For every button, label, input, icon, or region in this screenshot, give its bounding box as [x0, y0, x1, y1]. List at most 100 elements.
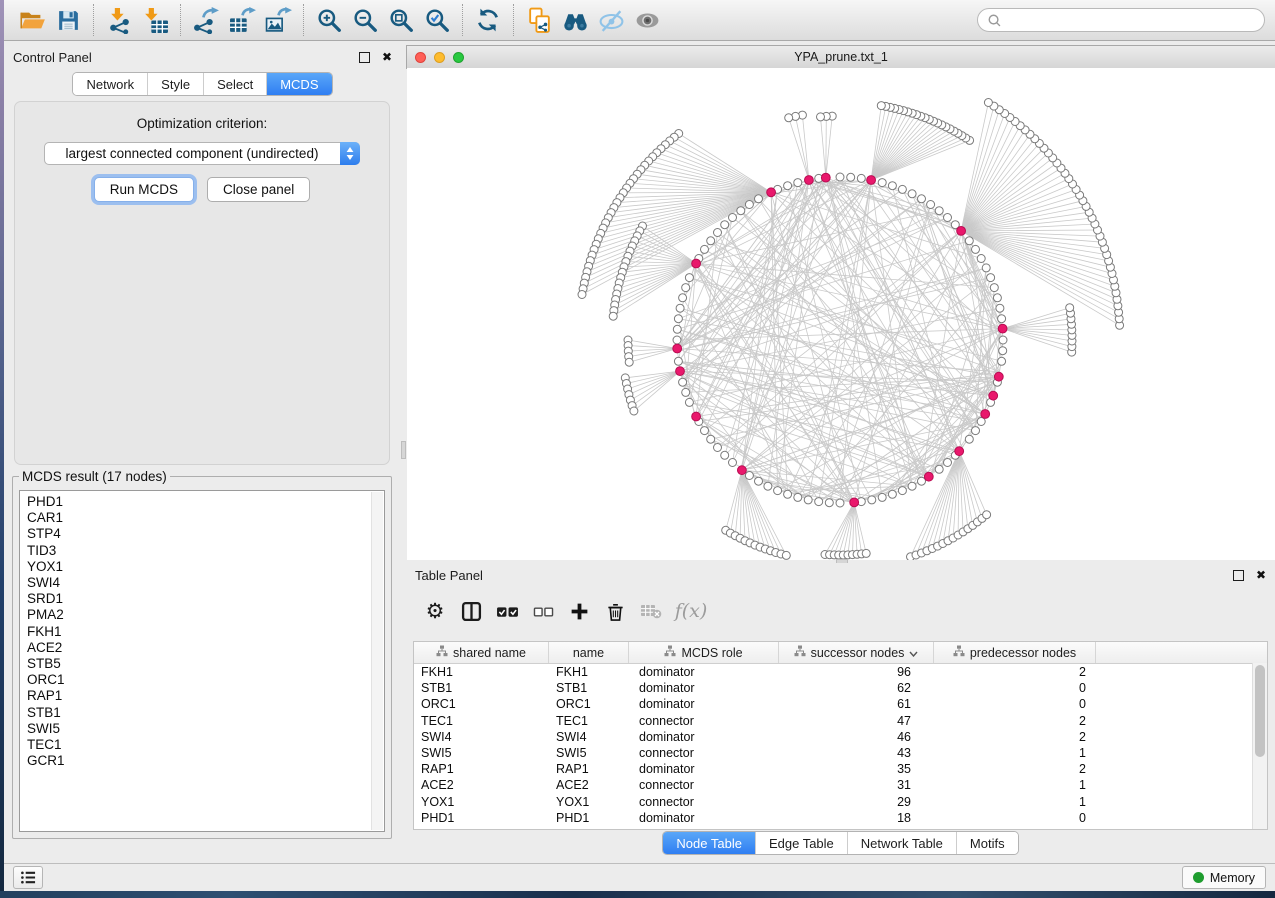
list-item[interactable]: PMA2 — [27, 607, 384, 623]
mcds-result-list[interactable]: PHD1CAR1STP4TID3YOX1SWI4SRD1PMA2FKH1ACE2… — [19, 490, 385, 832]
zoom-fit-button[interactable] — [383, 3, 419, 37]
export-table-button[interactable] — [224, 3, 260, 37]
import-network-button[interactable] — [101, 3, 137, 37]
list-item[interactable]: SRD1 — [27, 591, 384, 607]
zoom-out-button[interactable] — [347, 3, 383, 37]
float-panel-icon[interactable] — [359, 52, 370, 63]
cell-predecessor-nodes[interactable]: 1 — [934, 745, 1096, 761]
cell-MCDS-role[interactable]: dominator — [629, 761, 779, 777]
cell-predecessor-nodes[interactable]: 2 — [934, 664, 1096, 680]
run-mcds-button[interactable]: Run MCDS — [94, 177, 194, 202]
cell-successor-nodes[interactable]: 31 — [779, 777, 934, 793]
table-row[interactable]: PHD1PHD1dominator180 — [414, 810, 1267, 826]
cell-name[interactable]: SWI4 — [549, 729, 629, 745]
cell-predecessor-nodes[interactable]: 1 — [934, 777, 1096, 793]
tab-edge-table[interactable]: Edge Table — [756, 832, 848, 854]
cell-predecessor-nodes[interactable]: 0 — [934, 680, 1096, 696]
zoom-in-button[interactable] — [311, 3, 347, 37]
cell-MCDS-role[interactable]: dominator — [629, 729, 779, 745]
cell-successor-nodes[interactable]: 18 — [779, 810, 934, 826]
cell-successor-nodes[interactable]: 61 — [779, 696, 934, 712]
table-row[interactable]: ACE2ACE2connector311 — [414, 777, 1267, 793]
column-header-successor-nodes[interactable]: successor nodes — [779, 642, 934, 663]
cell-name[interactable]: STB1 — [549, 680, 629, 696]
cell-MCDS-role[interactable]: connector — [629, 745, 779, 761]
list-item[interactable]: YOX1 — [27, 559, 384, 575]
save-session-button[interactable] — [50, 3, 86, 37]
cell-shared-name[interactable]: FKH1 — [414, 664, 549, 680]
table-row[interactable]: SWI5SWI5connector431 — [414, 745, 1267, 761]
tab-network[interactable]: Network — [73, 73, 148, 95]
list-item[interactable]: RAP1 — [27, 688, 384, 704]
cell-name[interactable]: FKH1 — [549, 664, 629, 680]
cell-shared-name[interactable]: ORC1 — [414, 696, 549, 712]
cell-shared-name[interactable]: PHD1 — [414, 810, 549, 826]
cell-predecessor-nodes[interactable]: 2 — [934, 761, 1096, 777]
cell-shared-name[interactable]: ACE2 — [414, 777, 549, 793]
cell-shared-name[interactable]: RAP1 — [414, 761, 549, 777]
cell-successor-nodes[interactable]: 29 — [779, 794, 934, 810]
cell-shared-name[interactable]: SWI4 — [414, 729, 549, 745]
list-item[interactable]: PHD1 — [27, 494, 384, 510]
delete-columns-button[interactable] — [602, 596, 628, 626]
cell-MCDS-role[interactable]: dominator — [629, 664, 779, 680]
list-item[interactable]: SWI4 — [27, 575, 384, 591]
deselect-all-button[interactable] — [530, 596, 556, 626]
column-header-predecessor-nodes[interactable]: predecessor nodes — [934, 642, 1096, 663]
list-item[interactable]: ACE2 — [27, 640, 384, 656]
float-panel-icon[interactable] — [1233, 570, 1244, 581]
task-history-button[interactable] — [13, 866, 43, 889]
cell-MCDS-role[interactable]: connector — [629, 713, 779, 729]
tab-mcds[interactable]: MCDS — [267, 73, 331, 95]
list-item[interactable]: SWI5 — [27, 721, 384, 737]
table-scrollbar[interactable] — [1252, 663, 1267, 829]
network-window-titlebar[interactable]: YPA_prune.txt_1 — [406, 45, 1275, 69]
table-row[interactable]: STB1STB1dominator620 — [414, 680, 1267, 696]
network-canvas[interactable] — [407, 68, 1275, 560]
table-row[interactable]: TEC1TEC1connector472 — [414, 713, 1267, 729]
cell-shared-name[interactable]: TEC1 — [414, 713, 549, 729]
cell-name[interactable]: ACE2 — [549, 777, 629, 793]
cell-shared-name[interactable]: SWI5 — [414, 745, 549, 761]
toggle-columns-button[interactable] — [458, 596, 484, 626]
cell-MCDS-role[interactable]: dominator — [629, 680, 779, 696]
cell-MCDS-role[interactable]: connector — [629, 777, 779, 793]
show-all-button[interactable] — [629, 3, 665, 37]
export-network-button[interactable] — [188, 3, 224, 37]
cell-successor-nodes[interactable]: 62 — [779, 680, 934, 696]
list-item[interactable]: FKH1 — [27, 624, 384, 640]
refresh-view-button[interactable] — [470, 3, 506, 37]
cell-MCDS-role[interactable]: connector — [629, 794, 779, 810]
add-column-button[interactable] — [566, 596, 592, 626]
delete-table-button[interactable] — [638, 596, 664, 626]
scrollbar-thumb[interactable] — [1255, 665, 1265, 757]
list-item[interactable]: CAR1 — [27, 510, 384, 526]
cell-predecessor-nodes[interactable]: 2 — [934, 729, 1096, 745]
zoom-selected-button[interactable] — [419, 3, 455, 37]
table-row[interactable]: FKH1FKH1dominator962 — [414, 664, 1267, 680]
cell-successor-nodes[interactable]: 43 — [779, 745, 934, 761]
tab-network-table[interactable]: Network Table — [848, 832, 957, 854]
cell-predecessor-nodes[interactable]: 0 — [934, 696, 1096, 712]
cell-predecessor-nodes[interactable]: 0 — [934, 810, 1096, 826]
column-header-name[interactable]: name — [549, 642, 629, 663]
cell-MCDS-role[interactable]: dominator — [629, 810, 779, 826]
tab-style[interactable]: Style — [148, 73, 204, 95]
criterion-dropdown[interactable]: largest connected component (undirected) — [44, 142, 360, 165]
cell-name[interactable]: YOX1 — [549, 794, 629, 810]
column-header-shared-name[interactable]: shared name — [414, 642, 549, 663]
export-image-button[interactable] — [260, 3, 296, 37]
cell-name[interactable]: TEC1 — [549, 713, 629, 729]
tab-select[interactable]: Select — [204, 73, 267, 95]
list-item[interactable]: STB1 — [27, 705, 384, 721]
cell-name[interactable]: ORC1 — [549, 696, 629, 712]
close-panel-button[interactable]: Close panel — [207, 177, 310, 202]
search-objects-button[interactable] — [557, 3, 593, 37]
list-item[interactable]: STP4 — [27, 526, 384, 542]
list-scrollbar[interactable] — [371, 492, 383, 830]
cell-successor-nodes[interactable]: 96 — [779, 664, 934, 680]
list-item[interactable]: TID3 — [27, 543, 384, 559]
cell-shared-name[interactable]: YOX1 — [414, 794, 549, 810]
cell-successor-nodes[interactable]: 46 — [779, 729, 934, 745]
tab-motifs[interactable]: Motifs — [957, 832, 1018, 854]
